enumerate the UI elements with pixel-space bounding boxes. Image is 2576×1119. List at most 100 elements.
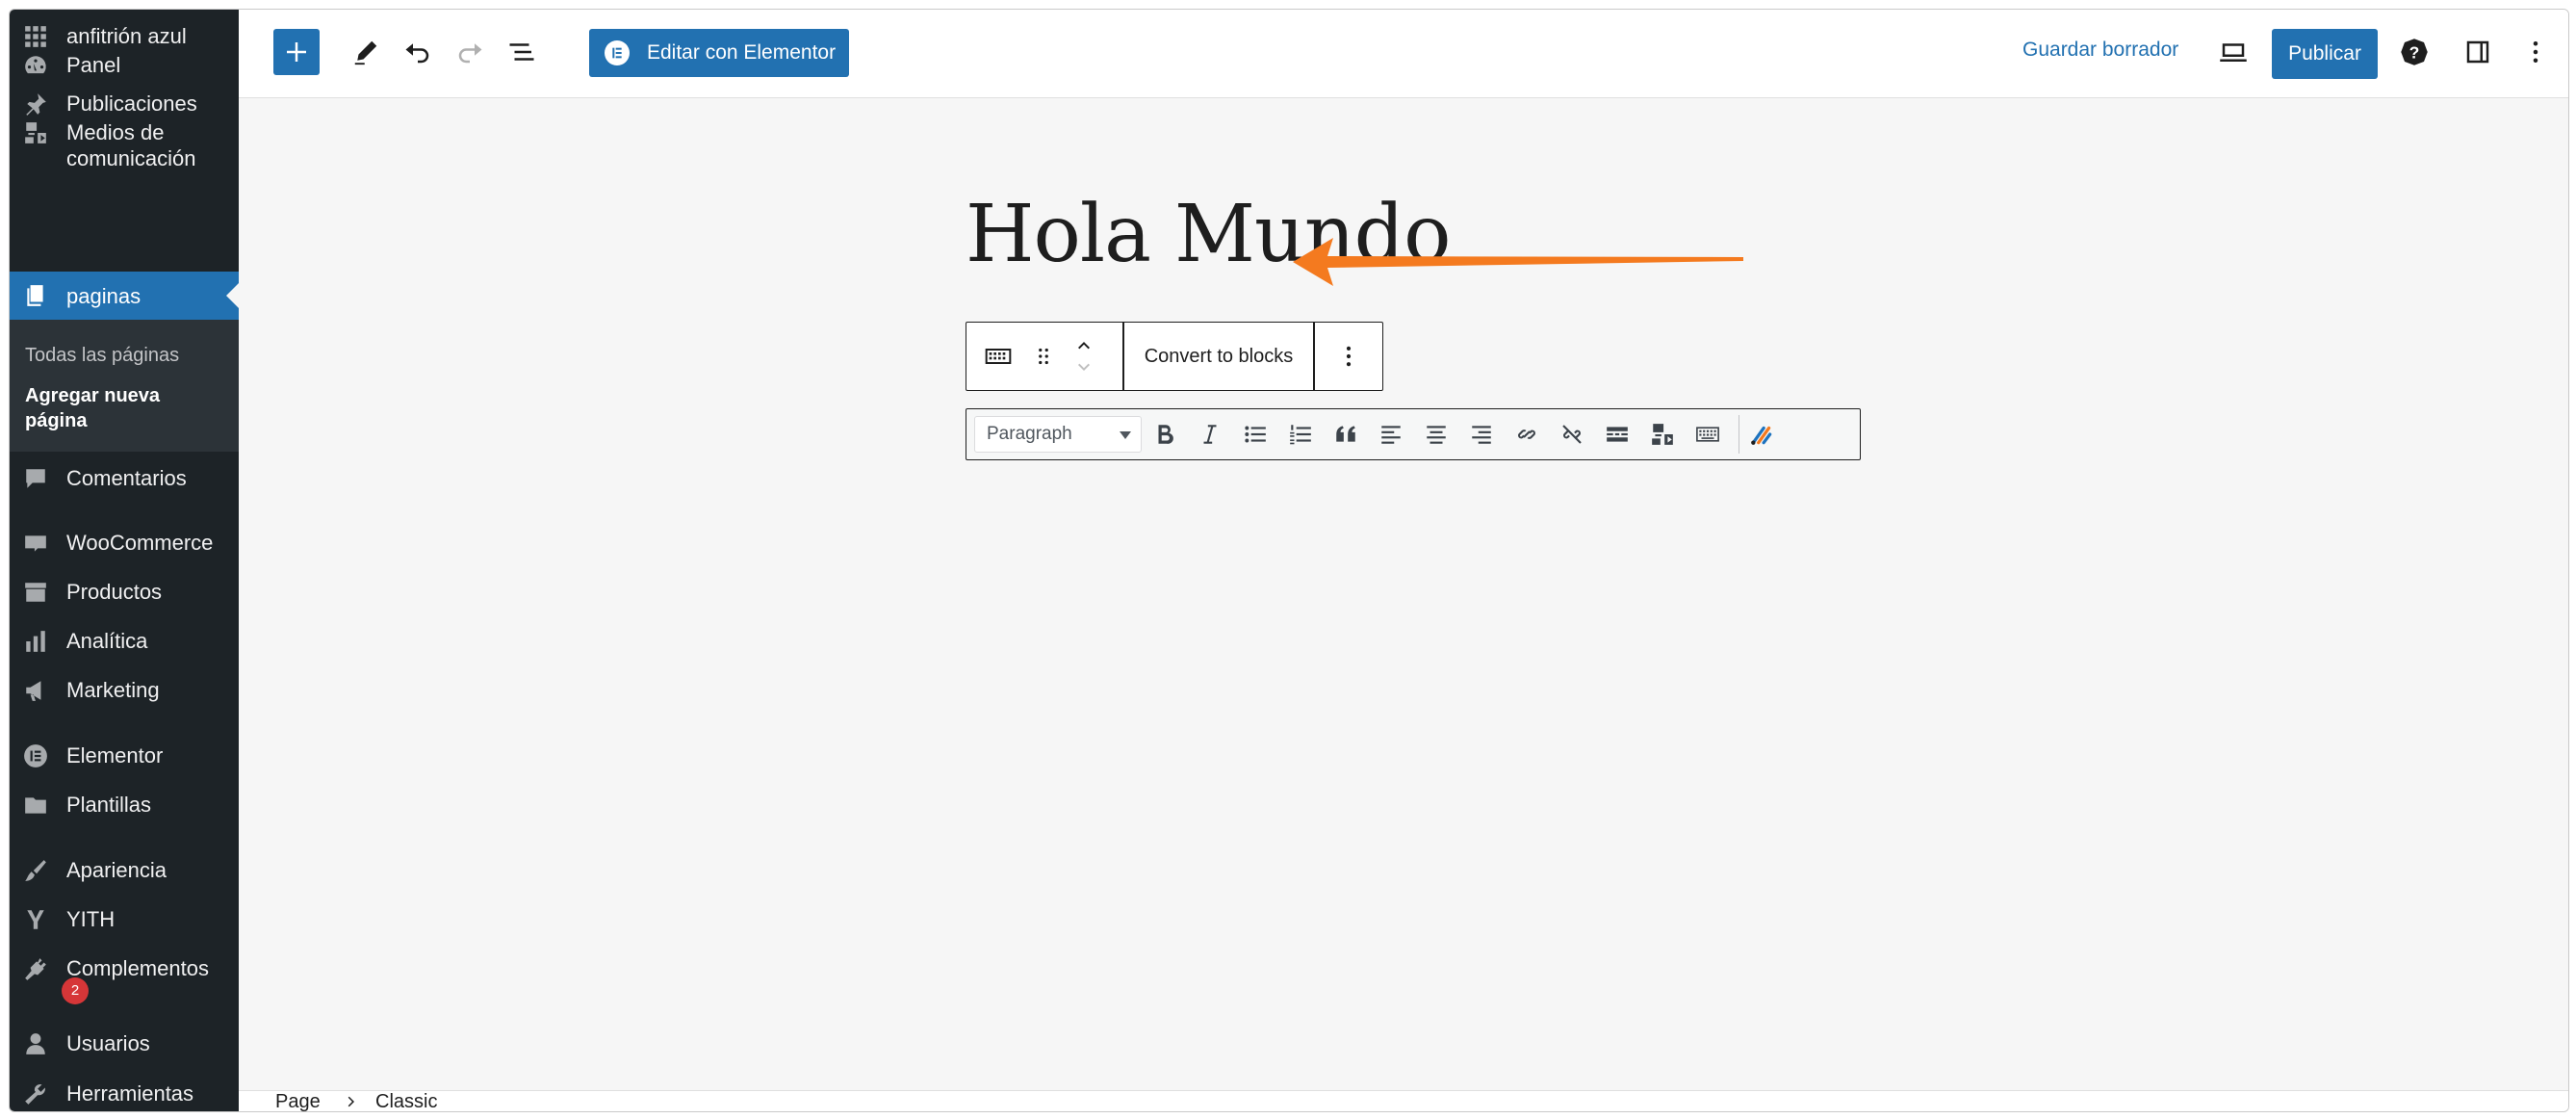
sidebar-toggle-icon [2466, 40, 2489, 64]
preview-button[interactable] [2216, 35, 2251, 69]
numbered-list-icon [1290, 425, 1311, 445]
move-buttons[interactable] [1065, 323, 1103, 390]
sidebar-item-plugins[interactable]: Complementos [10, 955, 239, 982]
block-toolbar: Convert to blocks [966, 322, 1383, 391]
media-icon [1652, 424, 1673, 445]
editor-header: Editar con Elementor Guardar borrador Pu… [239, 10, 2568, 98]
sidebar-item-posts[interactable]: Publicaciones [10, 91, 239, 117]
edit-with-elementor-label: Editar con Elementor [647, 41, 837, 64]
read-more-button[interactable] [1602, 419, 1633, 450]
drag-handle[interactable] [1026, 323, 1061, 390]
italic-icon [1203, 425, 1217, 444]
document-overview-button[interactable] [504, 35, 539, 69]
block-breadcrumb: Page Classic [239, 1090, 2568, 1111]
user-icon [22, 1030, 49, 1057]
breadcrumb-classic[interactable]: Classic [375, 1091, 437, 1111]
quote-icon [1336, 426, 1355, 442]
settings-sidebar-button[interactable] [2460, 35, 2495, 69]
publish-button[interactable]: Publicar [2272, 29, 2378, 79]
sidebar-item-yith[interactable]: YITH [10, 906, 239, 933]
options-button[interactable] [2518, 35, 2553, 69]
edit-with-elementor-button[interactable]: Editar con Elementor [589, 29, 849, 77]
sidebar-item-pages[interactable]: paginas [10, 272, 239, 320]
sidebar-item-tools[interactable]: Herramientas [10, 1080, 239, 1107]
drag-handle-icon [1039, 348, 1048, 365]
tools-button[interactable] [348, 35, 383, 69]
add-media-button[interactable] [1647, 419, 1678, 450]
block-options-button[interactable] [1315, 323, 1382, 390]
submenu-all-pages[interactable]: Todas las páginas [25, 343, 179, 368]
yith-icon [22, 906, 49, 933]
browser-frame: anfitrión azul Panel Publicaciones Medio… [9, 9, 2569, 1112]
sidebar-item-label: Apariencia [66, 858, 167, 882]
breadcrumb-page[interactable]: Page [275, 1091, 321, 1111]
align-right-button[interactable] [1466, 419, 1497, 450]
desktop-icon [2220, 43, 2247, 62]
redo-button[interactable] [452, 35, 487, 69]
site-name: anfitrión azul [66, 24, 187, 48]
sidebar-item-appearance[interactable]: Apariencia [10, 857, 239, 884]
sidebar-item-panel[interactable]: Panel [10, 52, 239, 79]
sidebar-item-site[interactable]: anfitrión azul [10, 23, 239, 50]
elementor-icon [22, 742, 49, 769]
blockquote-button[interactable] [1330, 419, 1361, 450]
comment-icon [22, 465, 49, 492]
undo-button[interactable] [400, 35, 435, 69]
convert-to-blocks-button[interactable]: Convert to blocks [1124, 323, 1313, 390]
sidebar-item-templates[interactable]: Plantillas [10, 792, 239, 819]
sidebar-item-products[interactable]: Productos [10, 579, 239, 606]
sidebar-item-woocommerce[interactable]: WooCommerce [10, 530, 239, 557]
sidebar-item-media[interactable]: Medios de comunicación [10, 119, 239, 171]
active-indicator [226, 283, 239, 308]
sidebar-item-elementor[interactable]: Elementor [10, 742, 239, 769]
submenu-add-new-page[interactable]: Agregar nueva página [25, 383, 198, 433]
sidebar-item-label: Marketing [66, 678, 160, 702]
help-button[interactable]: ? [2397, 35, 2432, 69]
wrench-icon [22, 1080, 49, 1107]
align-center-button[interactable] [1421, 419, 1452, 450]
kitchen-sink-icon [1696, 427, 1719, 442]
bold-button[interactable] [1149, 419, 1180, 450]
sidebar-item-label: WooCommerce [66, 531, 214, 555]
bar-chart-icon [22, 628, 49, 655]
annotation-arrow [1293, 238, 1743, 286]
redo-icon [458, 43, 482, 64]
save-draft-button[interactable]: Guardar borrador [2022, 39, 2178, 62]
sidebar-item-comments[interactable]: Comentarios [10, 465, 239, 492]
format-select-value: Paragraph [987, 424, 1072, 444]
numbered-list-button[interactable] [1285, 419, 1316, 450]
align-right-icon [1472, 426, 1491, 444]
block-inserter-button[interactable] [273, 29, 320, 75]
format-select[interactable]: Paragraph [974, 416, 1142, 453]
plugin-shortcode-button[interactable] [1746, 419, 1777, 450]
list-view-icon [509, 43, 534, 61]
sidebar-item-label: paginas [66, 283, 142, 308]
undo-icon [405, 43, 429, 64]
chevron-up-icon[interactable] [1071, 333, 1096, 356]
help-icon: ? [2401, 39, 2428, 65]
align-left-icon [1381, 426, 1401, 444]
sidebar-item-label: YITH [66, 907, 116, 931]
link-icon [1518, 429, 1535, 439]
dashboard-icon [22, 52, 49, 79]
classic-editor-toolbar: Paragraph [966, 408, 1861, 460]
brush-icon [22, 857, 49, 884]
more-vertical-icon [1346, 346, 1352, 367]
grid-icon [22, 23, 49, 50]
chevron-down-icon[interactable] [1071, 356, 1096, 379]
italic-button[interactable] [1195, 419, 1225, 450]
toolbar-toggle-button[interactable] [1692, 419, 1723, 450]
align-left-button[interactable] [1376, 419, 1406, 450]
sidebar-item-marketing[interactable]: Marketing [10, 677, 239, 704]
archive-icon [22, 579, 49, 606]
sidebar-item-analytics[interactable]: Analítica [10, 628, 239, 655]
align-center-icon [1427, 426, 1446, 444]
block-type-button[interactable] [974, 323, 1022, 390]
sidebar-item-users[interactable]: Usuarios [10, 1030, 239, 1057]
plugins-update-badge: 2 [62, 977, 89, 1004]
sidebar-item-label: Medios de comunicación [66, 120, 196, 170]
bulleted-list-button[interactable] [1240, 419, 1271, 450]
insert-link-button[interactable] [1511, 419, 1542, 450]
sidebar-item-label: Plantillas [66, 793, 152, 817]
remove-link-button[interactable] [1557, 419, 1587, 450]
